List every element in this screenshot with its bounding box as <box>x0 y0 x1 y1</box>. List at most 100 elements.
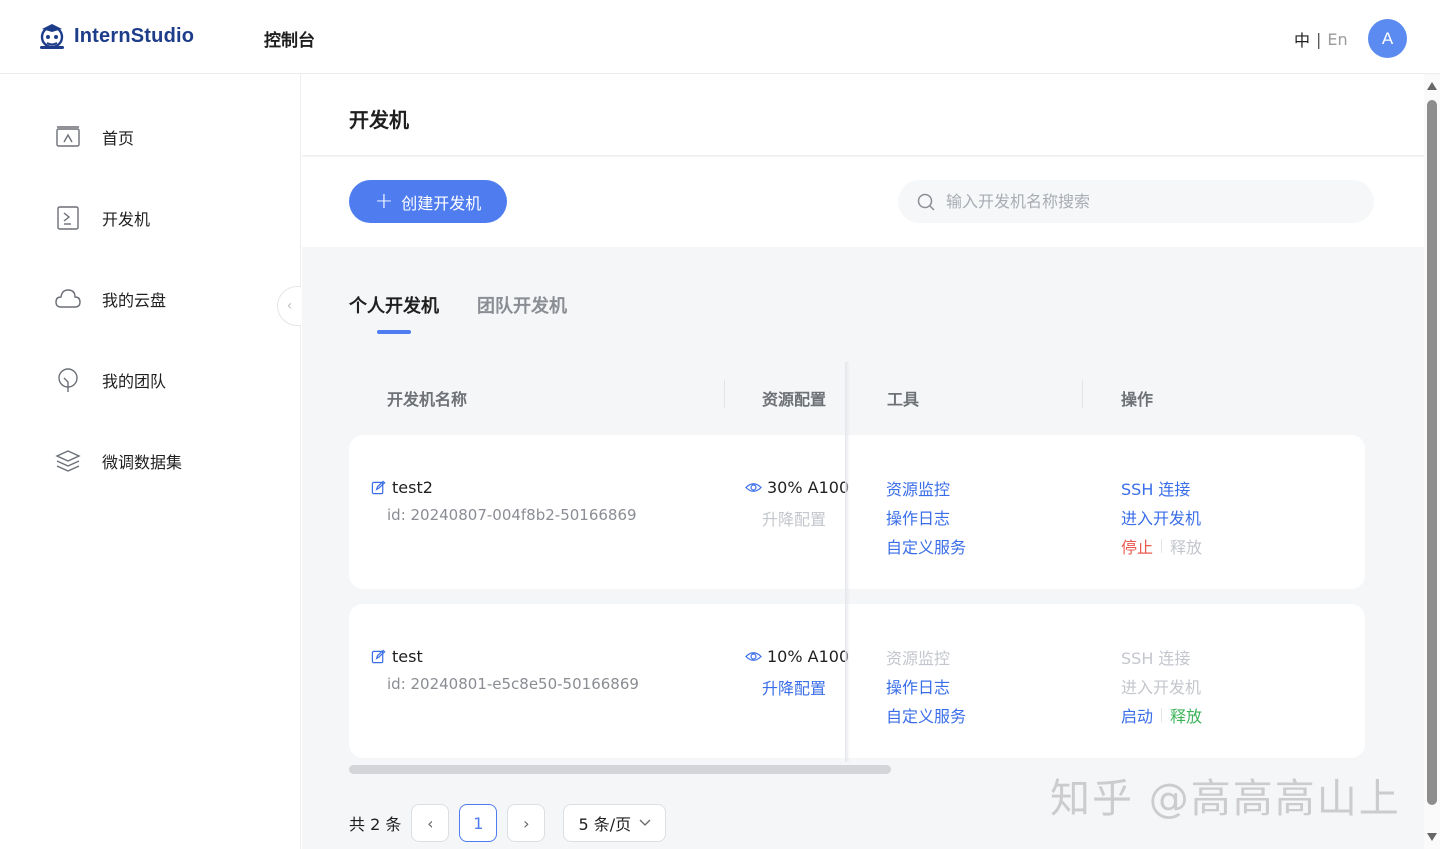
sidebar-item-label: 我的团队 <box>102 372 167 391</box>
avatar[interactable]: A <box>1368 19 1407 58</box>
eye-icon[interactable] <box>745 479 762 496</box>
enter-devmachine-link[interactable]: 进入开发机 <box>1121 674 1202 698</box>
scroll-down-icon[interactable] <box>1427 833 1437 841</box>
column-tools: 工具 <box>887 390 920 409</box>
custom-service-link[interactable]: 自定义服务 <box>886 534 966 558</box>
logo-icon <box>40 24 64 49</box>
resource-monitor-link[interactable]: 资源监控 <box>886 476 966 500</box>
sidebar-item-datasets[interactable]: 微调数据集 <box>54 447 182 475</box>
operation-log-link[interactable]: 操作日志 <box>886 505 966 529</box>
main-content: 开发机 + 创建开发机 个人开发机 团队开发机 开发机名称 资源配置 工具 操作 <box>302 74 1424 849</box>
sidebar-item-label: 我的云盘 <box>102 291 167 310</box>
table-horizontal-scrollbar[interactable] <box>349 765 891 774</box>
sidebar-item-label: 首页 <box>102 129 135 148</box>
logo-text: InternStudio <box>74 24 195 47</box>
resource-info: 10% A100 <box>745 647 849 666</box>
search-icon <box>917 193 935 211</box>
plus-icon: + <box>374 188 394 214</box>
op-line: 停止 释放 <box>1121 534 1202 558</box>
column-ops: 操作 <box>1121 390 1154 409</box>
column-divider <box>724 380 725 408</box>
custom-service-link[interactable]: 自定义服务 <box>886 703 966 727</box>
sidebar-item-label: 微调数据集 <box>102 453 183 472</box>
next-page-button[interactable]: › <box>507 804 546 842</box>
ops-cell: SSH 连接 进入开发机 启动 释放 <box>1121 645 1202 727</box>
enter-devmachine-link[interactable]: 进入开发机 <box>1121 505 1202 529</box>
fixed-column-shadow <box>845 362 850 762</box>
page-title: 开发机 <box>349 108 409 132</box>
prev-page-button[interactable]: ‹ <box>411 804 450 842</box>
tools-cell: 资源监控 操作日志 自定义服务 <box>886 476 966 558</box>
release-link[interactable]: 释放 <box>1170 703 1202 727</box>
machine-name: test <box>371 647 423 666</box>
language-switch: 中 | En <box>1294 27 1348 51</box>
sidebar-collapse-button[interactable]: ‹ <box>277 286 301 326</box>
create-devmachine-button[interactable]: + 创建开发机 <box>349 180 507 223</box>
edit-icon[interactable] <box>371 649 386 664</box>
sidebar-item-label: 开发机 <box>102 210 151 229</box>
edit-icon[interactable] <box>371 480 386 495</box>
upgrade-config-link[interactable]: 升降配置 <box>762 675 826 699</box>
top-header: InternStudio 控制台 中 | En A <box>0 0 1440 74</box>
cloud-icon <box>55 289 81 308</box>
eye-icon[interactable] <box>745 648 762 665</box>
toolbar: + 创建开发机 <box>302 157 1424 247</box>
page-header: 开发机 <box>302 74 1424 156</box>
machine-name: test2 <box>371 478 433 497</box>
sidebar: 首页 开发机 我的云盘 我的团队 微调数据集 ‹ <box>0 74 301 849</box>
upgrade-config-link[interactable]: 升降配置 <box>762 506 826 530</box>
op-line: 启动 释放 <box>1121 703 1202 727</box>
layers-icon <box>55 450 81 472</box>
team-icon <box>58 368 78 392</box>
sidebar-item-team[interactable]: 我的团队 <box>54 366 166 394</box>
lang-zh[interactable]: 中 <box>1294 27 1310 51</box>
home-icon <box>56 126 80 147</box>
chevron-left-icon: ‹ <box>427 813 434 833</box>
table-header: 开发机名称 资源配置 工具 操作 <box>349 364 1365 424</box>
tabs: 个人开发机 团队开发机 <box>349 292 567 334</box>
page-size-select[interactable]: 5 条/页 <box>563 804 667 842</box>
machine-id: id: 20240801-e5c8e50-50166869 <box>387 675 639 693</box>
machine-name-text: test <box>392 647 423 666</box>
logo[interactable]: InternStudio <box>36 20 194 52</box>
sidebar-item-devmachine[interactable]: 开发机 <box>54 204 150 232</box>
resource-info: 30% A100 <box>745 478 849 497</box>
terminal-icon <box>57 206 79 230</box>
create-button-label: 创建开发机 <box>401 193 482 213</box>
chevron-right-icon: › <box>523 813 530 833</box>
watermark: 知乎 @高高高山上 <box>1050 776 1401 822</box>
sidebar-item-cloud[interactable]: 我的云盘 <box>54 285 166 313</box>
resource-text: 10% A100 <box>767 647 850 666</box>
tools-cell: 资源监控 操作日志 自定义服务 <box>886 645 966 727</box>
search-input[interactable] <box>946 192 1346 211</box>
tab-team[interactable]: 团队开发机 <box>477 292 567 334</box>
total-count: 共 2 条 <box>349 815 402 834</box>
lang-en[interactable]: En <box>1327 30 1347 49</box>
operation-log-link[interactable]: 操作日志 <box>886 674 966 698</box>
chevron-left-icon: ‹ <box>286 298 293 314</box>
search-box <box>898 180 1374 223</box>
ssh-connect-link[interactable]: SSH 连接 <box>1121 645 1202 669</box>
start-link[interactable]: 启动 <box>1121 703 1153 727</box>
machine-id: id: 20240807-004f8b2-50166869 <box>387 506 637 524</box>
sidebar-item-home[interactable]: 首页 <box>54 123 134 151</box>
scrollbar-thumb[interactable] <box>1427 100 1437 805</box>
table-row: test id: 20240801-e5c8e50-50166869 10% A… <box>349 604 1365 758</box>
page-number-button[interactable]: 1 <box>459 804 498 842</box>
column-divider <box>1082 380 1083 408</box>
resource-text: 30% A100 <box>767 478 850 497</box>
stop-link[interactable]: 停止 <box>1121 534 1153 558</box>
divider <box>1161 708 1163 722</box>
release-link[interactable]: 释放 <box>1170 534 1202 558</box>
console-link[interactable]: 控制台 <box>264 26 315 51</box>
ssh-connect-link[interactable]: SSH 连接 <box>1121 476 1202 500</box>
tab-personal[interactable]: 个人开发机 <box>349 292 439 334</box>
column-resource: 资源配置 <box>762 390 827 409</box>
table-row: test2 id: 20240807-004f8b2-50166869 30% … <box>349 435 1365 589</box>
machine-name-text: test2 <box>392 478 433 497</box>
ops-cell: SSH 连接 进入开发机 停止 释放 <box>1121 476 1202 558</box>
divider <box>1161 539 1163 553</box>
resource-monitor-link[interactable]: 资源监控 <box>886 645 966 669</box>
scroll-up-icon[interactable] <box>1427 82 1437 90</box>
page-vertical-scrollbar[interactable] <box>1424 74 1440 849</box>
